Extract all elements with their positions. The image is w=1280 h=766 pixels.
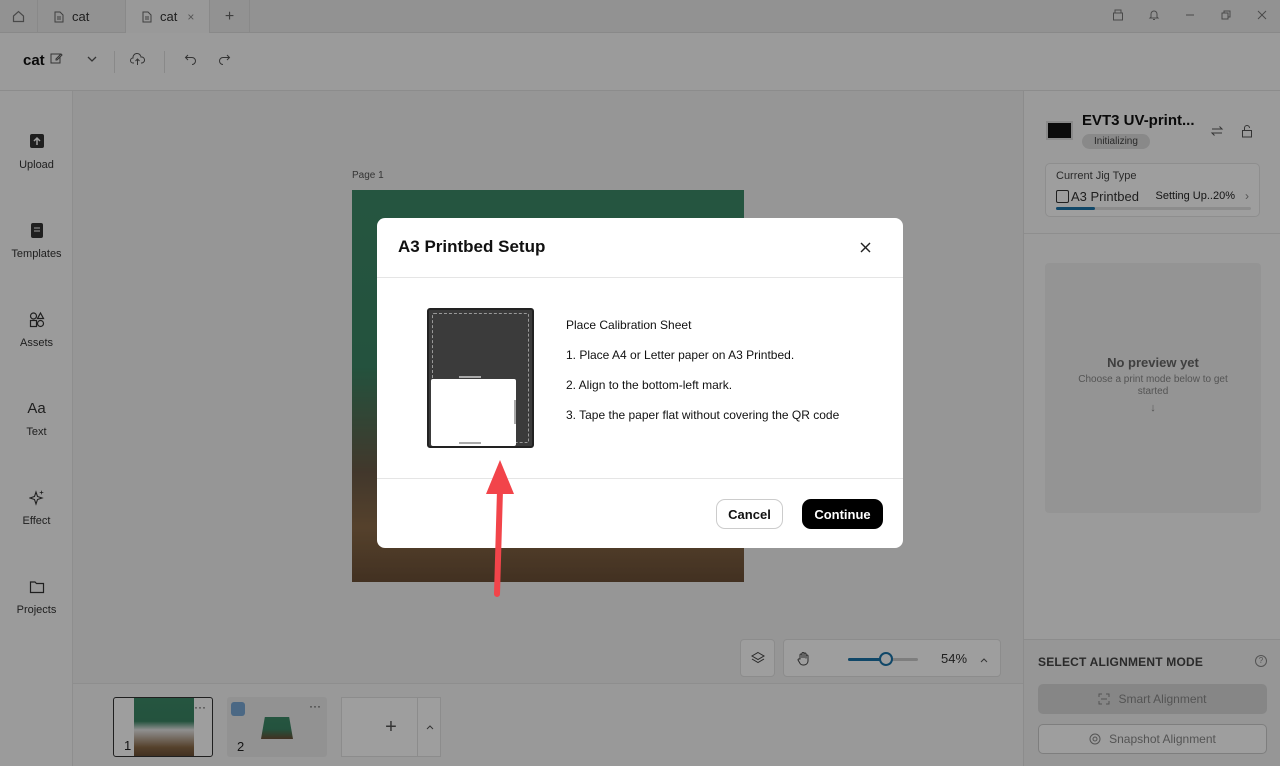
printbed-setup-dialog: A3 Printbed Setup Place Calibration Shee…	[377, 218, 903, 548]
alignment-mark	[514, 400, 516, 424]
paper-placement	[431, 379, 516, 446]
divider	[377, 277, 903, 278]
dialog-title: A3 Printbed Setup	[398, 237, 546, 256]
instructions-heading: Place Calibration Sheet	[566, 318, 692, 332]
alignment-mark	[459, 442, 481, 444]
close-icon[interactable]	[859, 238, 872, 259]
instruction-step: 3. Tape the paper flat without covering …	[566, 408, 840, 422]
arrow-head	[486, 460, 514, 494]
instruction-step: 2. Align to the bottom-left mark.	[566, 378, 733, 392]
calibration-sheet-illustration	[427, 308, 534, 448]
instruction-step: 1. Place A4 or Letter paper on A3 Printb…	[566, 348, 795, 362]
divider	[377, 478, 903, 479]
continue-button[interactable]: Continue	[802, 499, 883, 529]
annotation-arrow-icon	[486, 460, 514, 597]
alignment-mark	[459, 376, 481, 378]
arrow-shaft	[494, 487, 503, 597]
cancel-button[interactable]: Cancel	[716, 499, 783, 529]
